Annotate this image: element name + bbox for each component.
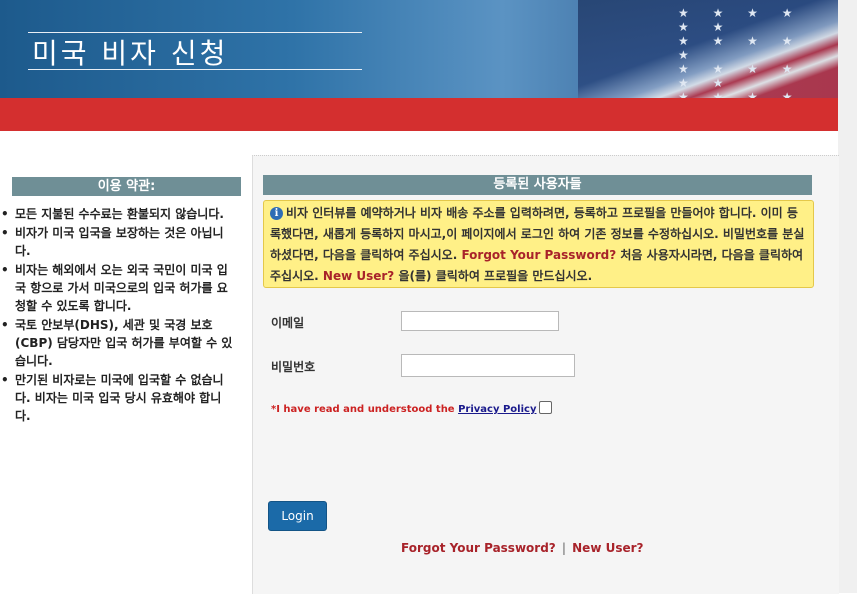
new-user-link[interactable]: New User? <box>572 541 643 555</box>
bottom-links: Forgot Your Password? | New User? <box>401 541 644 555</box>
title-bottom-rule <box>28 69 362 70</box>
privacy-policy-link[interactable]: Privacy Policy <box>458 404 536 415</box>
privacy-policy-agreement: *I have read and understood the Privacy … <box>271 401 553 415</box>
terms-list: 모든 지불된 수수료는 환불되지 않습니다. 비자가 미국 입국을 보장하는 것… <box>0 205 260 426</box>
header-banner: ★ ★ ★ ★ ★ ★★ ★ ★ ★ ★★ ★ ★ ★ ★ ★★ ★ ★ ★ ★… <box>0 0 838 98</box>
registered-users-heading: 등록된 사용자들 <box>263 175 812 195</box>
link-separator: | <box>561 541 567 555</box>
forgot-password-link[interactable]: Forgot Your Password? <box>401 541 556 555</box>
terms-item: 비자는 해외에서 오는 외국 국민이 미국 입국 항으로 가서 미국으로의 입국… <box>1 261 260 315</box>
info-icon: i <box>270 207 283 220</box>
privacy-policy-checkbox[interactable] <box>539 401 553 414</box>
terms-item: 비자가 미국 입국을 보장하는 것은 아닙니다. <box>1 224 260 260</box>
page-margin <box>838 0 857 593</box>
email-field[interactable] <box>401 311 559 331</box>
notice-forgot-password-link[interactable]: Forgot Your Password? <box>461 248 616 262</box>
terms-item: 만기된 비자로는 미국에 입국할 수 없습니다. 비자는 미국 입국 당시 유효… <box>1 371 260 425</box>
flag-stars: ★ ★ ★ ★ ★ ★★ ★ ★ ★ ★★ ★ ★ ★ ★ ★★ ★ ★ ★ ★ <box>678 6 803 98</box>
notice-new-user-link[interactable]: New User? <box>323 269 394 283</box>
password-field[interactable] <box>401 354 575 377</box>
notice-text: 을(를) 클릭하여 프로필을 만드십시오. <box>398 269 593 283</box>
info-notice: i 비자 인터뷰를 예약하거나 비자 배송 주소를 입력하려면, 등록하고 프로필… <box>263 200 814 288</box>
page-title: 미국 비자 신청 <box>32 37 229 70</box>
red-stripe <box>0 98 838 131</box>
privacy-policy-text: *I have read and understood the <box>271 404 455 415</box>
terms-item: 국토 안보부(DHS), 세관 및 국경 보호(CBP) 담당자만 입국 허가를… <box>1 316 260 370</box>
email-label: 이메일 <box>271 316 305 330</box>
password-label: 비밀번호 <box>271 360 316 374</box>
login-button[interactable]: Login <box>268 501 327 531</box>
terms-heading: 이용 약관: <box>12 177 241 196</box>
terms-item: 모든 지불된 수수료는 환불되지 않습니다. <box>1 205 260 223</box>
